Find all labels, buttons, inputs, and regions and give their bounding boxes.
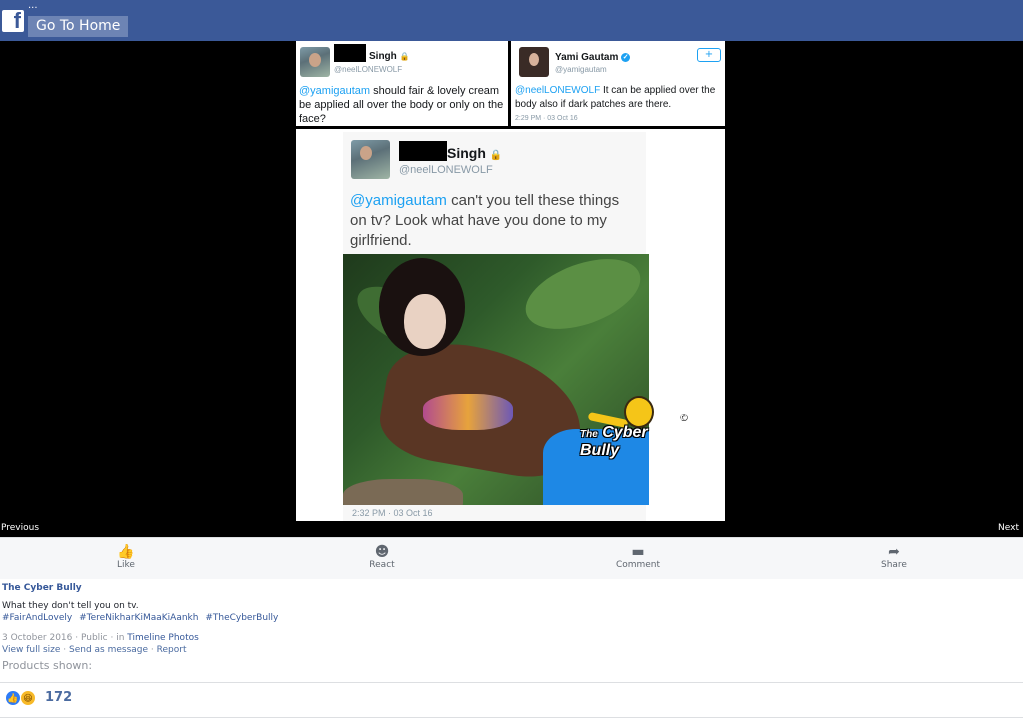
divider <box>0 682 1023 683</box>
tweet-author-name: Singh 🔒 <box>447 145 503 161</box>
post-photo[interactable]: Singh 🔒 @neelLONEWOLF @yamigautam should… <box>296 41 725 521</box>
like-label: Like <box>117 560 135 570</box>
top-dots: ... <box>28 0 38 11</box>
tweet-author-name: Yami Gautam ✓ <box>555 52 631 63</box>
share-icon: ➦ <box>888 544 900 560</box>
facebook-logo-letter: f <box>13 8 21 33</box>
post-caption: What they don't tell you on tv. <box>2 601 139 611</box>
follow-icon: + <box>697 48 721 62</box>
report-link[interactable]: Report <box>157 645 187 655</box>
photo-viewer: Singh 🔒 @neelLONEWOLF @yamigautam should… <box>0 41 1023 537</box>
avatar <box>300 47 330 77</box>
hashtag-link[interactable]: #TheCyberBully <box>205 613 278 623</box>
album-link[interactable]: Timeline Photos <box>127 633 199 643</box>
copyright-symbol: © <box>678 412 688 423</box>
comment-icon: ▬ <box>631 544 645 560</box>
tweet-text: @yamigautam can't you tell these things … <box>350 191 630 251</box>
top-bar: f ... Go To Home <box>0 0 1023 41</box>
comment-label: Comment <box>615 560 661 570</box>
page-author-link[interactable]: The Cyber Bully <box>2 583 82 593</box>
tweet-text: @neelLONEWOLF It can be applied over the… <box>515 84 723 112</box>
leaf-shape <box>516 254 649 343</box>
post-meta: 3 October 2016 · Public · in Timeline Ph… <box>2 633 199 643</box>
like-button[interactable]: 👍 Like <box>86 538 166 580</box>
hashtag-list: #FairAndLovely #TereNikharKiMaaKiAankh #… <box>2 613 282 623</box>
hashtag-link[interactable]: #TereNikharKiMaaKiAankh <box>79 613 198 623</box>
redacted-name-box <box>399 141 447 161</box>
products-shown-label: Products shown: <box>2 659 93 672</box>
tweet-reply: Yami Gautam ✓ @yamigautam + @neelLONEWOL… <box>511 41 725 129</box>
reaction-count: 172 <box>45 690 73 705</box>
tweet-followup: Singh 🔒 @neelLONEWOLF @yamigautam can't … <box>296 132 725 521</box>
in-text: in <box>116 633 125 643</box>
verified-badge-icon: ✓ <box>621 52 631 62</box>
go-to-home-button[interactable]: Go To Home <box>28 16 129 37</box>
send-as-message-link[interactable]: Send as message <box>69 645 148 655</box>
avatar <box>351 140 390 179</box>
hashtag-link[interactable]: #FairAndLovely <box>2 613 72 623</box>
next-photo-link[interactable]: Next <box>998 523 1019 533</box>
tweet-author-handle: @neelLONEWOLF <box>399 164 493 176</box>
lock-icon: 🔒 <box>399 52 410 61</box>
view-full-size-link[interactable]: View full size <box>2 645 60 655</box>
post-privacy: Public <box>80 633 108 643</box>
facebook-logo-icon[interactable]: f <box>2 8 24 33</box>
smiley-icon: ☻ <box>374 544 390 560</box>
react-label: React <box>369 560 395 570</box>
tweet-mention: @yamigautam <box>350 192 447 209</box>
divider <box>0 717 1023 718</box>
tweet-author-handle: @yamigautam <box>555 65 607 74</box>
tweet-author-name: Singh 🔒 <box>369 51 410 62</box>
action-bar: 👍 Like ☻ React ▬ Comment ➦ Share <box>0 537 1023 579</box>
cyber-bully-watermark: The Cyber Bully © <box>580 396 690 459</box>
comment-button[interactable]: ▬ Comment <box>598 538 678 580</box>
previous-photo-link[interactable]: Previous <box>1 523 39 533</box>
share-label: Share <box>881 560 907 570</box>
tweet-mention: @yamigautam <box>299 85 371 97</box>
share-button[interactable]: ➦ Share <box>854 538 934 580</box>
post-date: 3 October 2016 <box>2 633 73 643</box>
watermark-text: The Cyber Bully <box>580 424 648 459</box>
redacted-name-box <box>334 44 366 62</box>
figure-face <box>404 294 446 349</box>
rock-shape <box>343 479 463 505</box>
like-reaction-icon: 👍 <box>5 690 21 706</box>
figure-top <box>423 394 513 430</box>
tweet-question: Singh 🔒 @neelLONEWOLF @yamigautam should… <box>296 41 511 129</box>
tweet-timestamp: 2:32 PM · 03 Oct 16 <box>352 508 433 518</box>
haha-reaction-icon: 😆 <box>20 690 36 706</box>
tweet-author-handle: @neelLONEWOLF <box>334 65 403 74</box>
tweet-timestamp: 2:29 PM · 03 Oct 16 <box>515 115 578 122</box>
react-button[interactable]: ☻ React <box>342 538 422 580</box>
tweet-text: @yamigautam should fair & lovely cream b… <box>299 84 504 126</box>
photo-links: View full size · Send as message · Repor… <box>2 645 187 655</box>
edited-photo <box>343 254 649 505</box>
avatar <box>519 47 549 77</box>
tweet-mention: @neelLONEWOLF <box>515 85 601 96</box>
lock-icon: 🔒 <box>489 150 503 161</box>
thumbs-up-icon: 👍 <box>117 544 135 560</box>
